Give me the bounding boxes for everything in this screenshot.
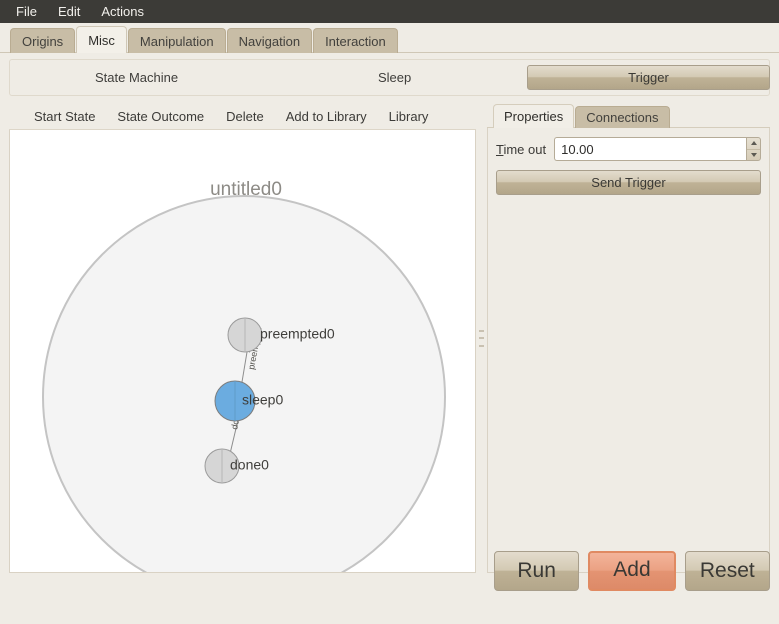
state-name-label: Sleep (378, 70, 411, 85)
state-machine-graph[interactable]: untitled0 preempted done preempted0 (10, 130, 475, 572)
toolbar-delete[interactable]: Delete (215, 106, 275, 127)
properties-pane: Properties Connections Time out Send Tri… (487, 103, 770, 573)
timeout-label-rest: ime out (503, 142, 546, 157)
graph-title: untitled0 (210, 179, 282, 200)
triangle-up-icon (751, 141, 757, 145)
bottom-action-bar: Run Add Reset (494, 551, 770, 591)
tab-interaction[interactable]: Interaction (313, 28, 398, 53)
tab-misc[interactable]: Misc (76, 26, 127, 53)
node-label-sleep0: sleep0 (242, 392, 283, 408)
state-machine-canvas[interactable]: untitled0 preempted done preempted0 (9, 130, 476, 573)
tab-manipulation[interactable]: Manipulation (128, 28, 226, 53)
editor-toolbar: Start State State Outcome Delete Add to … (9, 103, 476, 130)
graph-pane: Start State State Outcome Delete Add to … (9, 103, 476, 573)
state-machine-label: State Machine (95, 70, 178, 85)
toolbar-add-to-library[interactable]: Add to Library (275, 106, 378, 127)
menu-item-file[interactable]: File (7, 1, 46, 22)
tab-connections[interactable]: Connections (575, 106, 669, 128)
node-label-preempted0: preempted0 (260, 326, 335, 342)
reset-button[interactable]: Reset (685, 551, 770, 591)
spinner-arrows[interactable] (746, 137, 761, 161)
properties-tab-strip: Properties Connections (487, 103, 770, 128)
spinner-up-button[interactable] (747, 138, 760, 150)
toolbar-start-state[interactable]: Start State (23, 106, 106, 127)
run-button[interactable]: Run (494, 551, 579, 591)
timeout-spinner[interactable] (554, 137, 761, 161)
triangle-down-icon (751, 153, 757, 157)
state-machine-header: State Machine Sleep Trigger (9, 59, 770, 96)
main-tab-strip: Origins Misc Manipulation Navigation Int… (0, 23, 779, 53)
send-trigger-button[interactable]: Send Trigger (496, 170, 761, 195)
timeout-input[interactable] (554, 137, 746, 161)
menu-item-edit[interactable]: Edit (49, 1, 89, 22)
editor-area: Start State State Outcome Delete Add to … (9, 103, 770, 573)
tab-navigation[interactable]: Navigation (227, 28, 312, 53)
pane-splitter[interactable] (476, 103, 487, 573)
properties-panel: Time out Send Trigger (487, 128, 770, 573)
trigger-button[interactable]: Trigger (527, 65, 770, 90)
node-label-done0: done0 (230, 457, 269, 473)
timeout-field-row: Time out (496, 137, 761, 161)
menu-bar: File Edit Actions (0, 0, 779, 23)
add-button[interactable]: Add (588, 551, 675, 591)
tab-origins[interactable]: Origins (10, 28, 75, 53)
toolbar-library[interactable]: Library (378, 106, 440, 127)
menu-item-actions[interactable]: Actions (92, 1, 153, 22)
splitter-grip-icon (479, 330, 484, 347)
timeout-label: Time out (496, 142, 546, 157)
tab-properties[interactable]: Properties (493, 104, 574, 128)
toolbar-state-outcome[interactable]: State Outcome (106, 106, 215, 127)
spinner-down-button[interactable] (747, 150, 760, 161)
